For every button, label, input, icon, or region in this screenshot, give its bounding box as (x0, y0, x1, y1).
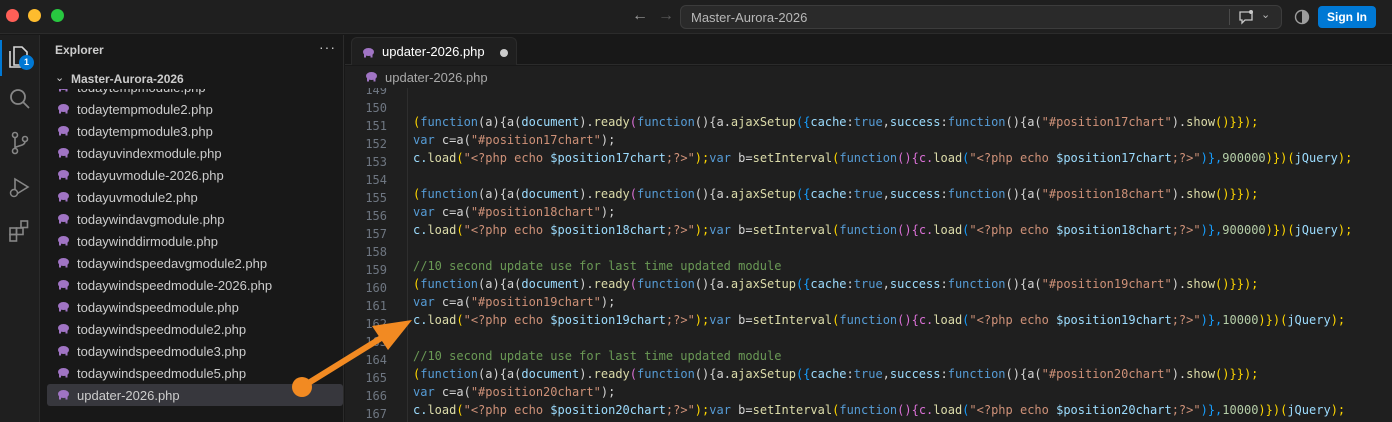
sign-in-button[interactable]: Sign In (1318, 6, 1376, 28)
unsaved-dot-icon[interactable] (500, 49, 508, 57)
php-file-icon (58, 302, 69, 312)
accounts-icon[interactable] (1294, 9, 1310, 25)
file-name: todayuvmodule-2026.php (77, 168, 224, 183)
window-close-button[interactable] (6, 9, 19, 22)
line-number: 154 (365, 173, 387, 187)
line-number: 151 (365, 119, 387, 133)
file-name: todaywindspeedavgmodule2.php (77, 256, 268, 271)
command-center-label: Master-Aurora-2026 (691, 10, 808, 25)
php-file-icon (58, 192, 69, 202)
php-file-icon (58, 346, 69, 356)
source-control-icon[interactable] (6, 129, 34, 157)
php-file-icon (366, 72, 377, 82)
line-number: 160 (365, 281, 387, 295)
line-number: 161 (365, 299, 387, 313)
window-maximize-button[interactable] (51, 9, 64, 22)
file-tree-item[interactable]: todaywindavgmodule.php (47, 208, 343, 230)
line-number: 150 (365, 101, 387, 115)
line-number: 159 (365, 263, 387, 277)
php-file-icon (58, 258, 69, 268)
php-file-icon (58, 148, 69, 158)
command-center-search[interactable]: Master-Aurora-2026 ⌄ (680, 5, 1282, 29)
file-name: todayuvmodule2.php (77, 190, 198, 205)
file-name: todaywinddirmodule.php (77, 234, 218, 249)
search-icon[interactable] (6, 85, 34, 113)
line-number: 156 (365, 209, 387, 223)
explorer-badge: 1 (19, 55, 34, 70)
workspace-folder-name: Master-Aurora-2026 (71, 72, 184, 86)
file-tree-item[interactable]: todayuvmodule-2026.php (47, 164, 343, 186)
file-tree-item[interactable]: todaytempmodule2.php (47, 98, 343, 120)
line-number: 162 (365, 317, 387, 331)
file-tree-item[interactable]: todaywindspeedmodule-2026.php (47, 274, 343, 296)
breadcrumb: updater-2026.php (345, 66, 1392, 88)
go-back-icon[interactable]: ← (630, 6, 650, 26)
file-name: todaytempmodule3.php (77, 124, 213, 139)
file-tree-item[interactable]: todaywindspeedavgmodule2.php (47, 252, 343, 274)
tab-updater-2026[interactable]: updater-2026.php (351, 37, 517, 65)
file-tree-item[interactable]: todaywindspeedmodule2.php (47, 318, 343, 340)
file-tree-item[interactable]: todaywindspeedmodule.php (47, 296, 343, 318)
php-file-icon (58, 280, 69, 290)
file-name: todaywindspeedmodule3.php (77, 344, 247, 359)
file-tree-item[interactable]: todayuvindexmodule.php (47, 142, 343, 164)
file-name: todaytempmodule2.php (77, 102, 213, 117)
chat-icon[interactable] (1237, 9, 1255, 25)
line-number: 152 (365, 137, 387, 151)
file-tree-item[interactable]: todaywindspeedmodule3.php (47, 340, 343, 362)
php-file-icon (58, 390, 69, 400)
explorer-title: Explorer (55, 43, 104, 57)
line-number: 155 (365, 191, 387, 205)
line-number: 153 (365, 155, 387, 169)
php-file-icon (363, 48, 374, 58)
code-editor[interactable]: (function(a){a(document).ready(function(… (345, 88, 1392, 422)
divider (1229, 9, 1230, 25)
php-file-icon (58, 214, 69, 224)
file-name: updater-2026.php (77, 388, 180, 403)
explorer-sidebar: Explorer ··· todaytempmodule.phptodaytem… (41, 35, 344, 422)
file-name: todayuvindexmodule.php (77, 146, 222, 161)
line-number: 167 (365, 407, 387, 421)
file-name: todaywindspeedmodule-2026.php (77, 278, 273, 293)
file-tree-item[interactable]: todaytempmodule3.php (47, 120, 343, 142)
line-number: 158 (365, 245, 387, 259)
php-file-icon (58, 236, 69, 246)
title-bar: ← → Master-Aurora-2026 ⌄ Sign In (0, 0, 1392, 34)
line-number: 149 (365, 88, 387, 97)
line-number: 164 (365, 353, 387, 367)
file-name: todaywindspeedmodule5.php (77, 366, 247, 381)
breadcrumb-file[interactable]: updater-2026.php (385, 70, 488, 85)
file-tree-item[interactable]: updater-2026.php (47, 384, 343, 406)
line-number: 166 (365, 389, 387, 403)
line-number: 163 (365, 335, 387, 349)
file-name: todaywindspeedmodule.php (77, 300, 239, 315)
line-number: 157 (365, 227, 387, 241)
window-minimize-button[interactable] (28, 9, 41, 22)
php-file-icon (58, 126, 69, 136)
file-name: todaywindavgmodule.php (77, 212, 225, 227)
go-forward-icon[interactable]: → (656, 6, 676, 26)
tab-label: updater-2026.php (382, 44, 485, 59)
file-tree-item[interactable]: todaywindspeedmodule5.php (47, 362, 343, 384)
activity-bar: 1 (0, 35, 40, 422)
line-number: 165 (365, 371, 387, 385)
extensions-icon[interactable] (6, 217, 34, 245)
file-tree-item[interactable]: todayuvmodule2.php (47, 186, 343, 208)
workspace-folder[interactable]: ⌄ Master-Aurora-2026 (41, 69, 343, 89)
php-file-icon (58, 324, 69, 334)
more-actions-icon[interactable]: ··· (319, 39, 336, 55)
php-file-icon (58, 368, 69, 378)
editor-tab-bar: updater-2026.php (345, 35, 1392, 65)
run-debug-icon[interactable] (6, 173, 34, 201)
chevron-down-icon[interactable]: ⌄ (55, 71, 64, 84)
php-file-icon (58, 170, 69, 180)
file-name: todaywindspeedmodule2.php (77, 322, 247, 337)
active-indicator (0, 40, 2, 76)
file-tree-item[interactable]: todaywinddirmodule.php (47, 230, 343, 252)
php-file-icon (58, 104, 69, 114)
chevron-down-icon[interactable]: ⌄ (1261, 8, 1270, 21)
